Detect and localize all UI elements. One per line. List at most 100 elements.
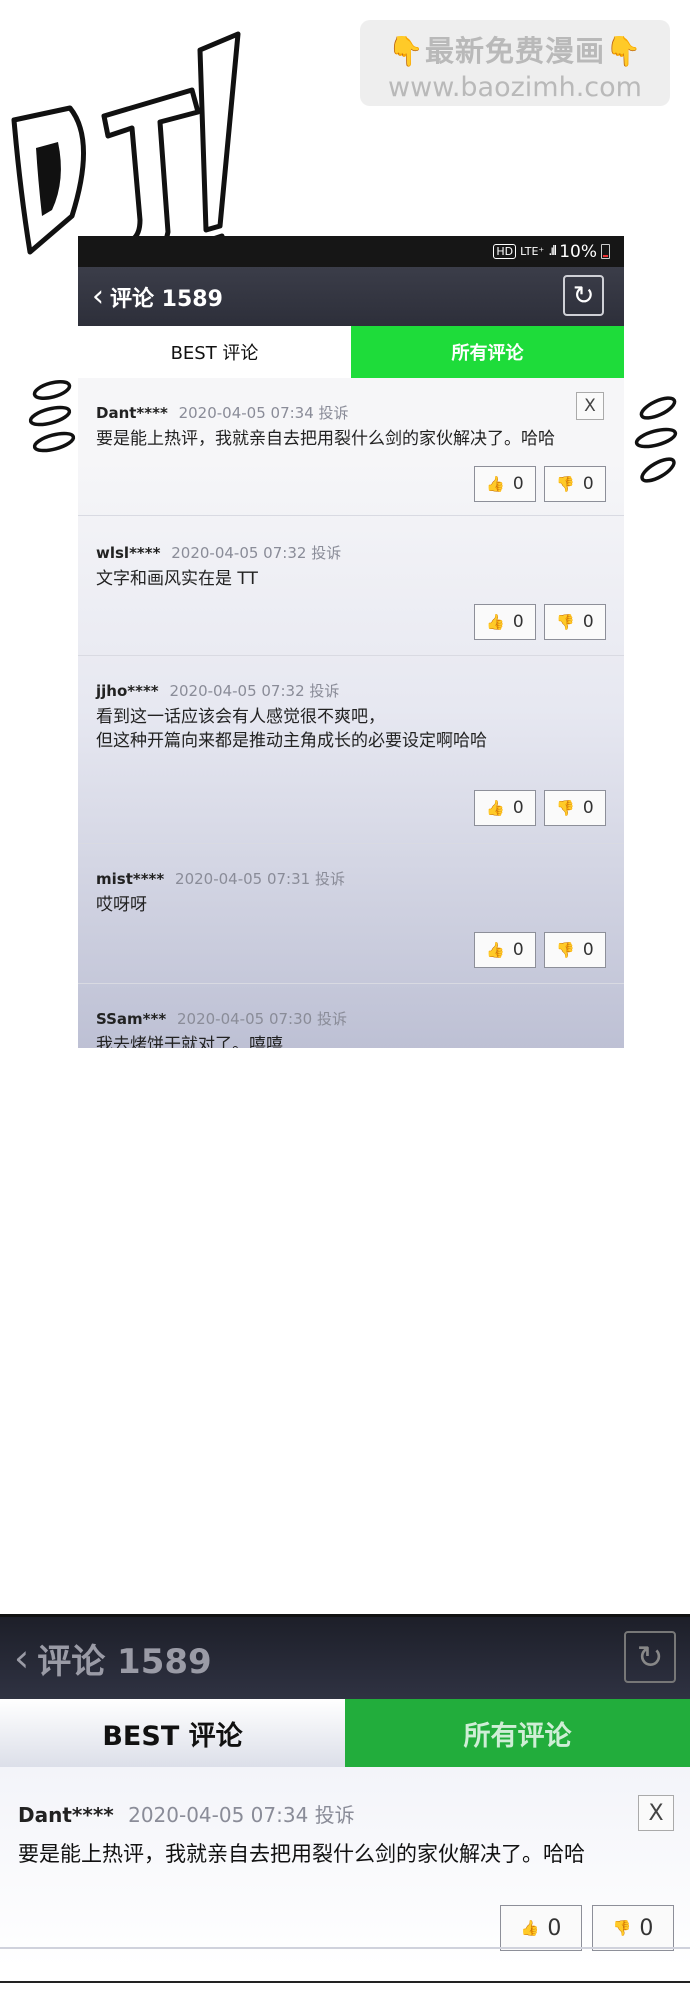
thumbs-down-icon: 👎 [556,475,575,493]
comment-item: wlsl**** 2020-04-05 07:32 投诉 文字和画风实在是 TT… [78,516,624,656]
comment-user: Dant**** [18,1803,114,1827]
zoom-page-title: 评论 1589 [37,1641,212,1682]
chevron-left-icon[interactable]: ‹ [14,1639,29,1677]
comment-time: 2020-04-05 07:30 [177,1010,313,1028]
panel-bottom-edge [0,1981,690,1999]
comment-meta: Dant**** 2020-04-05 07:34 投诉 [18,1767,672,1828]
vote-buttons: 👍 0 👎 0 [474,790,606,826]
divider [0,1947,690,1949]
comment-text: 文字和画风实在是 TT [96,569,258,589]
comment-time: 2020-04-05 07:34 [128,1803,309,1827]
comment-user: Dant**** [96,404,168,422]
page-title: 评论 1589 [110,286,223,312]
dislike-button[interactable]: 👎 0 [544,466,606,502]
thumbs-up-icon: 👍 [486,613,505,631]
comment-meta: mist**** 2020-04-05 07:31 投诉 [96,868,606,889]
dislike-count: 0 [582,612,594,632]
dislike-count: 0 [582,798,594,818]
vote-buttons: 👍 0 👎 0 [474,932,606,968]
comment-text: 要是能上热评，我就亲自去把用裂什么剑的家伙解决了。哈哈 [18,1842,585,1866]
comments-header: ‹ 评论 1589 ↻ [78,267,624,326]
comment-text: 哎呀呀 [96,895,147,915]
status-bar: HD LTE⁺ .ıll 10% [78,236,624,267]
tab-all-comments[interactable]: 所有评论 [351,326,624,378]
thumbs-up-icon: 👍 [486,941,505,959]
phone-screenshot: HD LTE⁺ .ıll 10% ‹ 评论 1589 ↻ BEST 评论 所有评… [78,236,624,1048]
comment-meta: jjho**** 2020-04-05 07:32 投诉 [96,680,606,701]
dislike-button[interactable]: 👎 0 [544,932,606,968]
dislike-button[interactable]: 👎 0 [544,604,606,640]
vote-buttons: 👍 0 👎 0 [474,466,606,502]
close-button[interactable]: X [638,1795,674,1831]
thumbs-up-icon: 👍 [486,475,505,493]
zoomed-comments-panel: ‹ 评论 1589 ↻ BEST 评论 所有评论 Dant**** 2020-0… [0,1614,690,1999]
refresh-icon: ↻ [572,280,595,311]
tab-all-comments[interactable]: 所有评论 [345,1699,690,1767]
tab-best-comments[interactable]: BEST 评论 [78,326,351,378]
like-button[interactable]: 👍 0 [500,1905,582,1951]
comment-text: 要是能上热评，我就亲自去把用裂什么剑的家伙解决了。哈哈 [96,429,555,449]
comment-time: 2020-04-05 07:32 [171,544,307,562]
like-count: 0 [547,1915,562,1941]
comment-meta: wlsl**** 2020-04-05 07:32 投诉 [96,542,606,563]
report-link[interactable]: 投诉 [319,404,349,422]
watermark-line2: www.baozimh.com [388,72,642,103]
report-link[interactable]: 投诉 [317,1010,347,1028]
hd-icon: HD [493,244,517,259]
refresh-button[interactable]: ↻ [563,275,604,316]
like-count: 0 [512,940,524,960]
tab-best-comments[interactable]: BEST 评论 [0,1699,345,1767]
thumbs-down-icon: 👎 [612,1919,632,1937]
report-link[interactable]: 投诉 [309,682,339,700]
like-button[interactable]: 👍 0 [474,790,536,826]
refresh-button[interactable]: ↻ [624,1631,676,1683]
comment-list: Dant**** 2020-04-05 07:34 投诉 要是能上热评，我就亲自… [78,378,624,1048]
comment-user: wlsl**** [96,544,161,562]
signal-icon: .ıll [548,244,557,259]
comment-item: mist**** 2020-04-05 07:31 投诉 哎呀呀 👍 0 👎 0 [78,844,624,984]
watermark-line1: 👇最新免费漫画👇 [387,34,643,68]
comment-text: 我去烤饼干就对了。嘻嘻 [96,1035,283,1048]
thumbs-down-icon: 👎 [556,941,575,959]
like-button[interactable]: 👍 0 [474,604,536,640]
dislike-count: 0 [582,474,594,494]
report-link[interactable]: 投诉 [315,1803,355,1827]
vote-buttons: 👍 0 👎 0 [500,1905,674,1951]
dislike-count: 0 [639,1915,654,1941]
thumbs-down-icon: 👎 [556,613,575,631]
comment-tabs: BEST 评论 所有评论 [78,326,624,378]
chevron-left-icon[interactable]: ‹ [92,281,104,312]
motion-lines-right [634,396,678,483]
zoom-comment-item: Dant**** 2020-04-05 07:34 投诉 要是能上热评，我就亲自… [0,1767,690,1967]
thumbs-down-icon: 👎 [556,799,575,817]
comment-user: mist**** [96,870,165,888]
comment-meta: SSam*** 2020-04-05 07:30 投诉 [96,1008,606,1029]
comment-user: jjho**** [96,682,159,700]
comment-time: 2020-04-05 07:32 [169,682,305,700]
like-count: 0 [512,474,524,494]
battery-icon [601,244,610,259]
battery-percent: 10% [559,241,597,262]
motion-lines-left [28,380,76,453]
thumbs-up-icon: 👍 [486,799,505,817]
watermark: 👇最新免费漫画👇 www.baozimh.com [360,20,670,106]
dislike-button[interactable]: 👎 0 [592,1905,674,1951]
comment-text: 看到这一话应该会有人感觉很不爽吧， 但这种开篇向来都是推动主角成长的必要设定啊哈… [96,707,487,751]
comment-item: jjho**** 2020-04-05 07:32 投诉 看到这一话应该会有人感… [78,656,624,844]
vote-buttons: 👍 0 👎 0 [474,604,606,640]
close-button[interactable]: X [576,392,604,420]
dislike-count: 0 [582,940,594,960]
comment-item: Dant**** 2020-04-05 07:34 投诉 要是能上热评，我就亲自… [78,378,624,516]
comment-user: SSam*** [96,1010,167,1028]
dislike-button[interactable]: 👎 0 [544,790,606,826]
lte-icon: LTE⁺ [520,245,545,258]
like-button[interactable]: 👍 0 [474,932,536,968]
thumbs-up-icon: 👍 [520,1919,540,1937]
like-count: 0 [512,798,524,818]
refresh-icon: ↻ [636,1638,664,1676]
zoom-header: ‹ 评论 1589 ↻ [0,1617,690,1699]
like-button[interactable]: 👍 0 [474,466,536,502]
zoom-comment-tabs: BEST 评论 所有评论 [0,1699,690,1767]
report-link[interactable]: 投诉 [315,870,345,888]
report-link[interactable]: 投诉 [311,544,341,562]
